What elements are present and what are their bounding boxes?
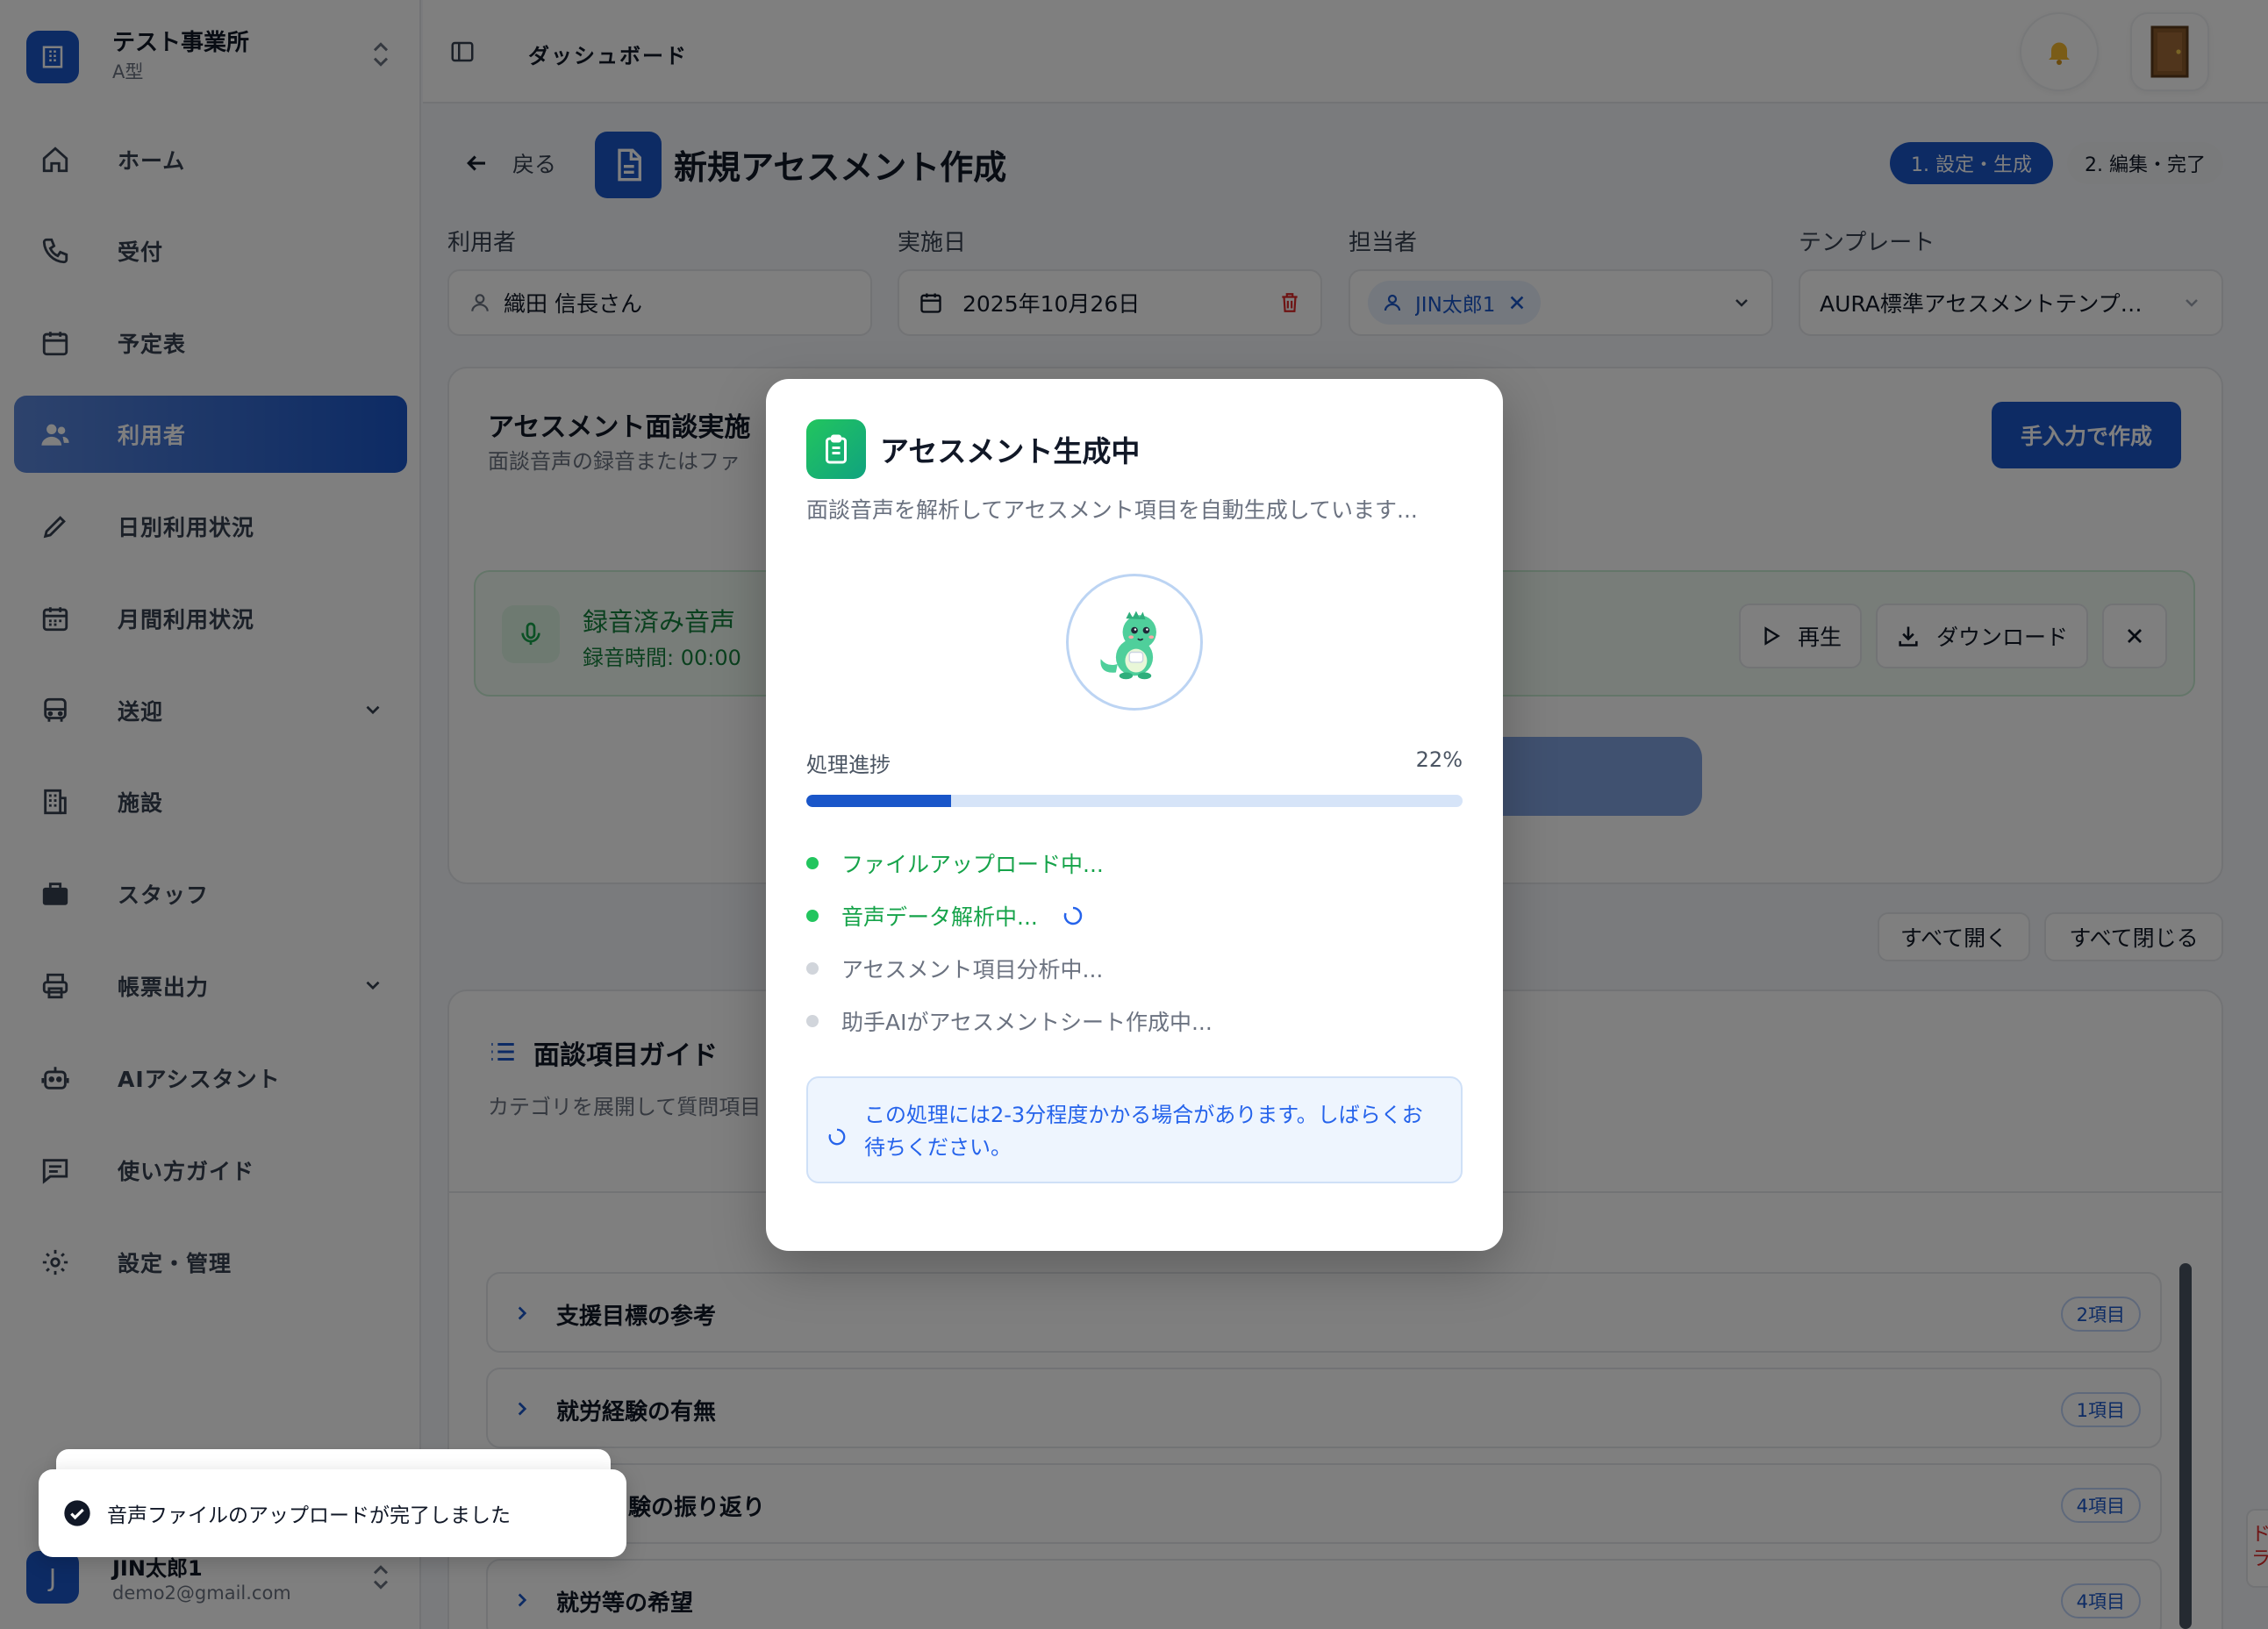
step-upload: ファイルアップロード中... [806,847,1104,879]
status-dot [806,910,819,922]
progress-percentage: 22% [1415,747,1463,772]
step-sheet-creation: 助手AIがアセスメントシート作成中... [806,1005,1213,1037]
step-label: 助手AIがアセスメントシート作成中... [841,1010,1213,1035]
progress-bar-fill [806,795,951,807]
generation-modal: アセスメント生成中 面談音声を解析してアセスメント項目を自動生成しています...… [766,379,1503,1251]
step-label: 音声データ解析中... [841,904,1038,930]
info-note-text: この処理には2-3分程度かかる場合があります。しばらくお待ちください。 [864,1103,1423,1160]
modal-description: 面談音声を解析してアセスメント項目を自動生成しています... [806,497,1418,523]
modal-title: アセスメント生成中 [880,434,1141,468]
status-dot [806,857,819,869]
step-label: アセスメント項目分析中... [841,957,1104,982]
toast-message: 音声ファイルのアップロードが完了しました [107,1504,511,1527]
dinosaur-mascot-icon [1066,574,1203,711]
step-item-analysis: アセスメント項目分析中... [806,953,1103,984]
toast-notification: 音声ファイルのアップロードが完了しました [39,1469,626,1557]
status-dot [806,962,819,975]
status-dot [806,1015,819,1027]
step-audio-analysis: 音声データ解析中... [806,900,1084,932]
check-circle-icon [64,1500,90,1526]
spinner-icon [1063,906,1083,925]
info-note: この処理には2-3分程度かかる場合があります。しばらくお待ちください。 [806,1076,1463,1183]
progress-bar [806,795,1463,807]
progress-label: 処理進捗 [806,753,891,777]
step-label: ファイルアップロード中... [841,852,1104,877]
clipboard-icon [806,419,866,479]
spinner-icon [828,1128,846,1146]
